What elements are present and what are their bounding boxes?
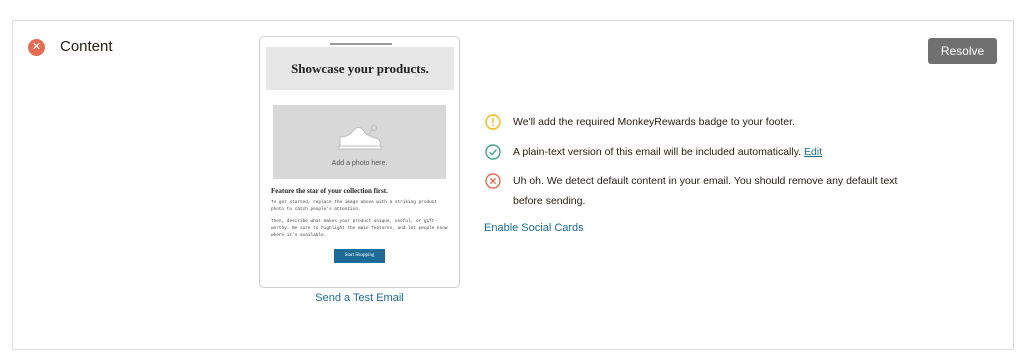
- preview-image-placeholder: Add a photo here.: [273, 105, 446, 179]
- edit-plaintext-link[interactable]: Edit: [804, 146, 822, 158]
- check-item-text: A plain-text version of this email will …: [513, 146, 802, 158]
- content-checklist: We'll add the required MonkeyRewards bad…: [485, 112, 905, 211]
- check-item-text: Uh oh. We detect default content in your…: [513, 175, 898, 207]
- enable-social-cards-link[interactable]: Enable Social Cards: [484, 222, 584, 234]
- preview-subhead: Feature the star of your collection firs…: [271, 187, 388, 195]
- preview-header-block: Showcase your products.: [266, 47, 454, 90]
- email-preview[interactable]: Showcase your products. Add a photo here…: [259, 36, 460, 288]
- resolve-button[interactable]: Resolve: [928, 38, 997, 64]
- check-item-default-content: Uh oh. We detect default content in your…: [485, 171, 905, 211]
- preview-body-paragraph: To get started, replace the image above …: [271, 200, 437, 212]
- section-title: Content: [60, 38, 113, 55]
- check-item-plaintext: A plain-text version of this email will …: [485, 142, 905, 162]
- check-item-text: We'll add the required MonkeyRewards bad…: [513, 116, 795, 128]
- preview-body-paragraph: Then, describe what makes your product u…: [271, 219, 448, 238]
- x-circle-icon: [485, 173, 501, 189]
- preview-cta-button: Start Shopping: [334, 249, 385, 263]
- send-test-email-link[interactable]: Send a Test Email: [259, 292, 460, 304]
- preview-image-caption: Add a photo here.: [331, 160, 388, 167]
- check-item-badge: We'll add the required MonkeyRewards bad…: [485, 112, 905, 132]
- preview-divider: [330, 43, 392, 45]
- check-circle-icon: [485, 144, 501, 160]
- preview-headline: Showcase your products.: [291, 61, 429, 76]
- warning-circle-icon: [485, 114, 501, 130]
- error-status-icon: ✕: [28, 39, 45, 56]
- shoe-icon: [338, 125, 382, 150]
